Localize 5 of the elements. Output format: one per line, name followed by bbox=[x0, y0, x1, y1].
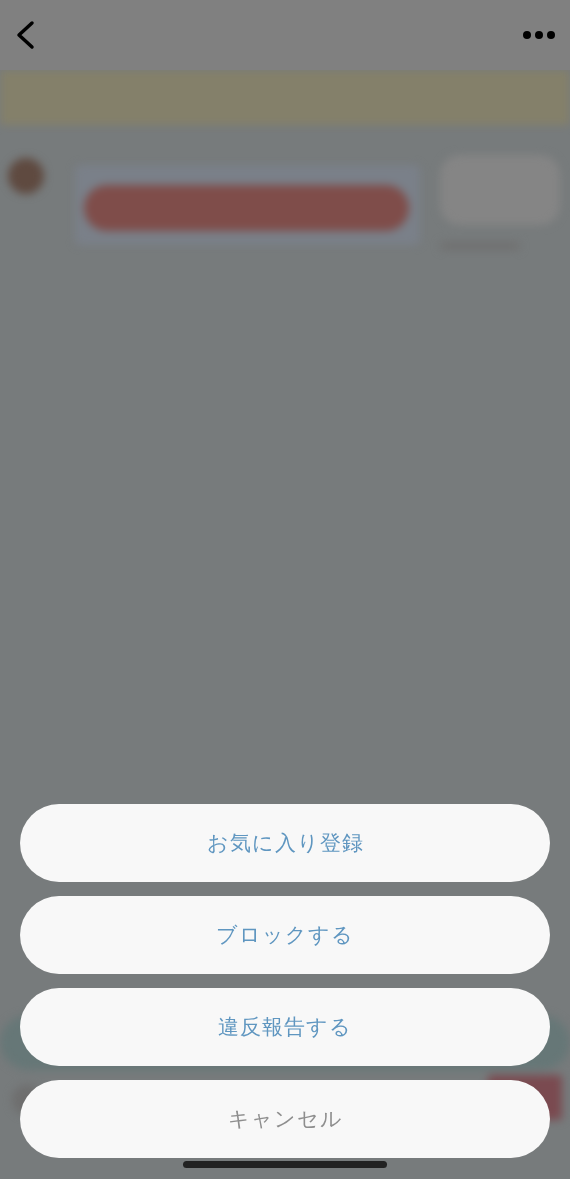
more-icon[interactable] bbox=[522, 30, 556, 40]
action-button[interactable]: お気に入り登録 bbox=[20, 804, 550, 882]
action-button[interactable]: 違反報告する bbox=[20, 988, 550, 1066]
cancel-button[interactable]: キャンセル bbox=[20, 1080, 550, 1158]
action-button[interactable]: ブロックする bbox=[20, 896, 550, 974]
